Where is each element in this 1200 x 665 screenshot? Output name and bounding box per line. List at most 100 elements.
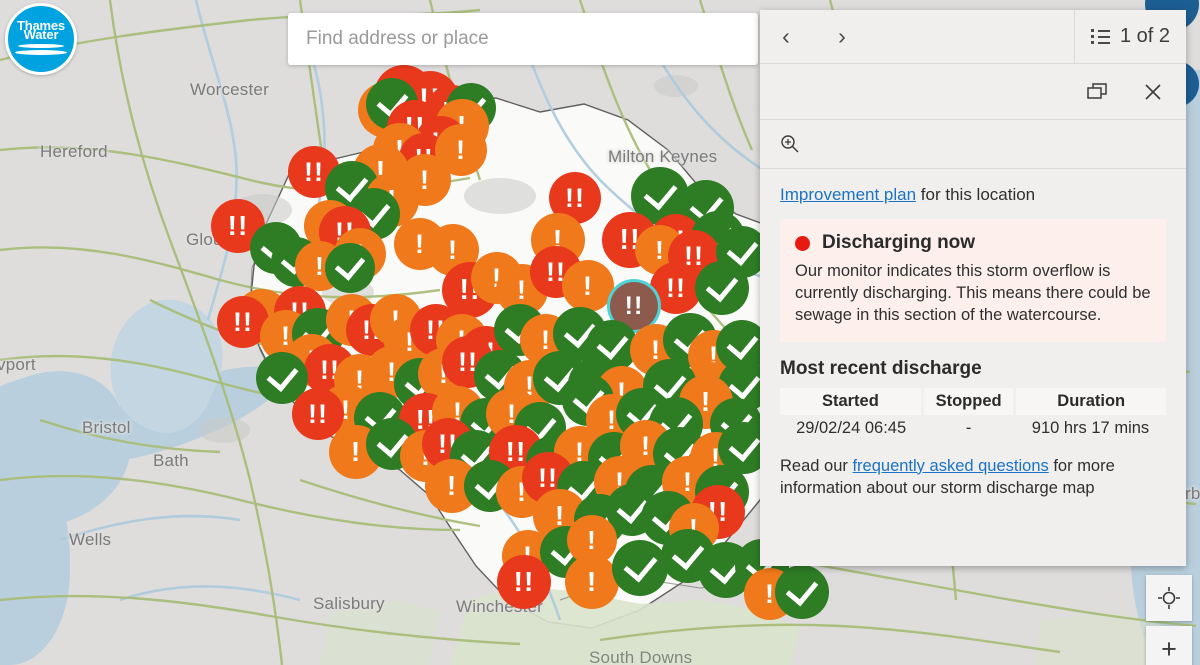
search-input[interactable] [288, 13, 758, 65]
popup-zoom-row [760, 120, 1186, 169]
status-alert-header: Discharging now [795, 232, 1151, 254]
check-icon [728, 428, 760, 462]
single-bang-icon: ! [315, 251, 325, 281]
cell-duration: 910 hrs 17 mins [1031, 418, 1150, 437]
dock-icon[interactable] [1084, 79, 1110, 105]
logo-wave-icon [18, 44, 64, 48]
marker-discharging[interactable]: !! [497, 555, 551, 609]
double-bang-icon: !! [565, 182, 585, 213]
marker-not-discharging[interactable] [775, 565, 829, 619]
single-bang-icon: ! [448, 234, 458, 265]
check-icon [266, 358, 298, 392]
map-label: Worcester [190, 80, 269, 99]
popup-footer-text: Read our frequently asked questions for … [780, 456, 1166, 500]
marker-not-discharging[interactable] [612, 540, 668, 596]
check-icon [643, 175, 677, 211]
double-bang-icon: !! [233, 306, 253, 337]
feature-counter[interactable]: 1 of 2 [1073, 10, 1186, 63]
next-feature-button[interactable]: › [828, 23, 856, 51]
single-bang-icon: ! [446, 470, 458, 501]
column-header-stopped: Stopped [922, 387, 1017, 415]
search-box[interactable] [288, 13, 758, 65]
marker-recent-discharge[interactable]: ! [567, 515, 617, 565]
single-bang-icon: ! [517, 274, 527, 305]
status-badge: Discharging now [822, 232, 976, 253]
map-label: South Downs [589, 648, 693, 665]
map-label: Salisbury [313, 594, 385, 613]
column-header-started: Started [780, 387, 924, 415]
status-alert: Discharging now Our monitor indicates th… [780, 219, 1166, 342]
map-label: Bristol [82, 418, 131, 437]
popup-toolbar [760, 64, 1186, 120]
plus-icon: + [1161, 633, 1177, 664]
single-bang-icon: ! [587, 525, 597, 555]
check-icon [726, 326, 758, 360]
single-bang-icon: ! [765, 578, 775, 609]
map-label: rb [1185, 484, 1200, 503]
previous-feature-button[interactable]: ‹ [772, 23, 800, 51]
zoom-to-icon[interactable] [777, 131, 803, 157]
recent-discharge-title: Most recent discharge [780, 357, 982, 379]
locate-icon [1158, 587, 1180, 609]
single-bang-icon: ! [541, 324, 551, 355]
marker-not-discharging[interactable] [325, 243, 375, 293]
table-header-row: Started Stopped Duration [780, 387, 1166, 415]
map-label: Hereford [40, 142, 108, 161]
feature-counter-label: 1 of 2 [1119, 25, 1170, 47]
status-dot-icon [795, 235, 810, 251]
double-bang-icon: !! [505, 436, 527, 467]
popup-header: ‹ › 1 of 2 [760, 10, 1186, 64]
cell-started: 29/02/24 06:45 [796, 418, 907, 437]
double-bang-icon: !! [308, 398, 328, 429]
list-icon [1090, 29, 1110, 44]
double-bang-icon: !! [227, 210, 249, 241]
double-bang-icon: !! [538, 462, 558, 493]
single-bang-icon: ! [420, 164, 430, 195]
marker-not-discharging[interactable] [695, 261, 749, 315]
footer-prefix: Read our [780, 456, 853, 475]
improvement-plan-suffix: for this location [916, 185, 1036, 204]
map-label: vport [0, 355, 36, 374]
single-bang-icon: ! [700, 386, 712, 417]
single-bang-icon: ! [586, 566, 598, 597]
locate-button[interactable] [1146, 575, 1192, 621]
double-bang-icon: !! [666, 272, 686, 303]
single-bang-icon: ! [683, 466, 693, 497]
map-label: Milton Keynes [608, 147, 718, 166]
check-icon [334, 249, 366, 281]
column-header-duration: Duration [1014, 387, 1166, 415]
single-bang-icon: ! [651, 334, 661, 365]
cell-stopped: - [965, 418, 972, 437]
close-icon[interactable] [1140, 79, 1166, 105]
check-icon [728, 366, 760, 400]
check-icon [623, 547, 657, 583]
discharge-table: Started Stopped Duration 29/02/24 06:45 … [780, 387, 1166, 442]
logo-wave-icon [15, 50, 67, 55]
double-bang-icon: !! [624, 291, 644, 320]
map-label: Bath [153, 451, 189, 470]
popup-content: Improvement plan for this location Disch… [760, 169, 1186, 566]
status-alert-body: Our monitor indicates this storm overflo… [795, 262, 1151, 324]
improvement-plan-line: Improvement plan for this location [780, 185, 1166, 205]
popup-navigation: ‹ › [760, 23, 856, 51]
single-bang-icon: ! [655, 235, 665, 265]
single-bang-icon: ! [641, 430, 651, 461]
feature-popup[interactable]: ‹ › 1 of 2 Improvement plan for this loc… [760, 10, 1186, 566]
table-row: 29/02/24 06:45 - 910 hrs 17 mins [780, 415, 1166, 442]
faq-link[interactable]: frequently asked questions [852, 457, 1048, 475]
check-icon [705, 268, 739, 302]
logo-line-2: Water [23, 27, 59, 42]
check-icon [726, 232, 758, 266]
check-icon [785, 572, 819, 606]
single-bang-icon: ! [350, 436, 362, 467]
thames-water-logo[interactable]: Thames Water [5, 3, 77, 75]
double-bang-icon: !! [304, 156, 324, 187]
improvement-plan-link[interactable]: Improvement plan [780, 185, 916, 204]
double-bang-icon: !! [513, 566, 535, 597]
single-bang-icon: ! [456, 134, 466, 165]
map-application: WorcesterHerefordGloucesvportBristolBath… [0, 0, 1200, 665]
single-bang-icon: ! [415, 228, 425, 259]
marker-recent-discharge[interactable]: ! [562, 260, 614, 312]
single-bang-icon: ! [583, 270, 593, 301]
zoom-in-button[interactable]: + [1146, 626, 1192, 665]
